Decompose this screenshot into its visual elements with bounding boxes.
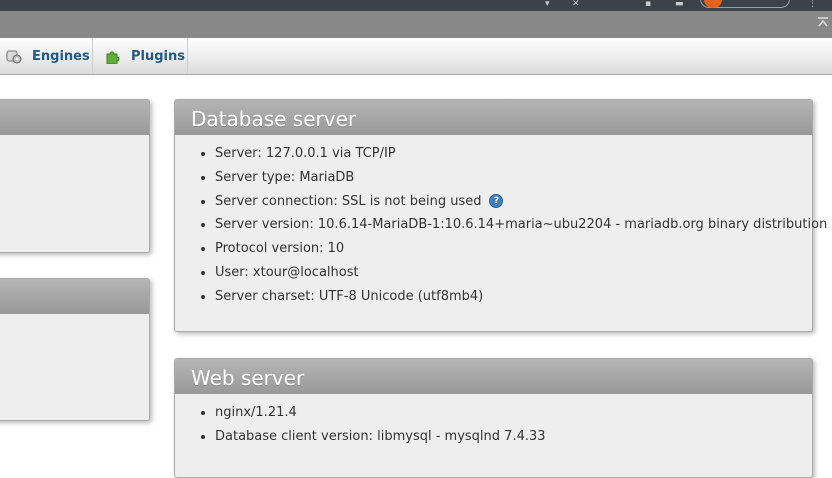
list-item: User: xtour@localhost	[215, 261, 827, 285]
list-item: Protocol version: 10	[215, 237, 827, 261]
plugins-icon	[105, 48, 121, 65]
help-icon[interactable]: ?	[489, 194, 504, 209]
list-item: Server: 127.0.0.1 via TCP/IP	[215, 142, 827, 166]
web-server-header: Web server	[175, 359, 812, 394]
menu-icon[interactable]: ⋮	[808, 0, 817, 9]
database-server-list: Server: 127.0.0.1 via TCP/IP Server type…	[175, 134, 827, 309]
database-server-panel: Database server Server: 127.0.0.1 via TC…	[174, 99, 827, 332]
left-panel-2-header	[0, 279, 149, 314]
database-server-title: Database server	[191, 107, 357, 131]
list-item: Server version: 10.6.14-MariaDB-1:10.6.1…	[215, 213, 827, 237]
sidebar-icon[interactable]: ▬	[675, 0, 684, 9]
main-tabs: Engines Plugins	[0, 38, 832, 75]
extensions-icon[interactable]: ▪	[645, 0, 651, 9]
left-panel-2	[0, 278, 150, 421]
bookmark-icon[interactable]: ▾	[545, 0, 550, 9]
tab-engines[interactable]: Engines	[0, 38, 93, 74]
collapse-arrow-icon[interactable]	[818, 17, 828, 29]
top-header-bar	[0, 11, 832, 38]
left-panel-1-header	[0, 100, 149, 135]
list-item: Database client version: libmysql - mysq…	[215, 425, 546, 449]
browser-toolbar-strip: ▾ ✕ ▪ ▬ ⋮	[0, 0, 832, 11]
tab-engines-label: Engines	[32, 48, 90, 64]
close-icon[interactable]: ✕	[572, 0, 580, 9]
list-item: Server connection: SSL is not being used…	[215, 190, 827, 214]
left-panel-1	[0, 99, 150, 253]
tab-plugins-label: Plugins	[131, 48, 185, 64]
database-server-header: Database server	[175, 100, 812, 135]
web-server-panel: Web server nginx/1.21.4 Database client …	[174, 358, 813, 478]
list-item: nginx/1.21.4	[215, 401, 546, 425]
list-item: Server charset: UTF-8 Unicode (utf8mb4)	[215, 285, 827, 309]
tab-plugins[interactable]: Plugins	[93, 38, 188, 74]
web-server-list: nginx/1.21.4 Database client version: li…	[175, 393, 546, 449]
web-server-title: Web server	[191, 366, 305, 390]
list-item: Server type: MariaDB	[215, 166, 827, 190]
ssl-status-text: Server connection: SSL is not being used	[215, 193, 482, 209]
engines-icon	[6, 48, 22, 64]
